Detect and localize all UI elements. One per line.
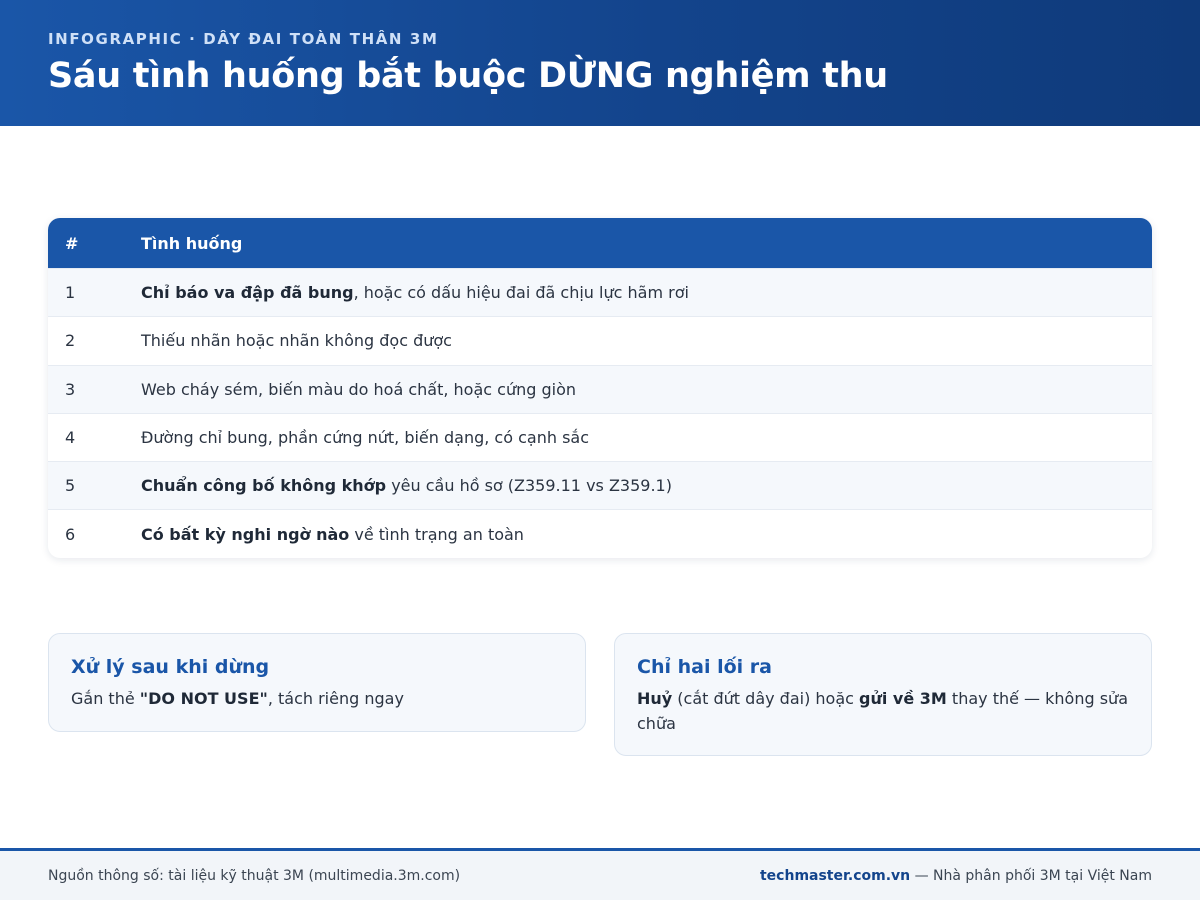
- row-text-bold: Chuẩn công bố không khớp: [141, 476, 387, 496]
- row-num: 5: [65, 476, 76, 496]
- header-situation: Tình huống: [141, 233, 243, 253]
- card-two-exits-body: Huỷ (cắt đứt dây đai) hoặc gửi về 3M tha…: [637, 686, 1129, 736]
- row-text-rest: , hoặc có dấu hiệu đai đã chịu lực hãm r…: [353, 283, 689, 303]
- row-text: Web cháy sém, biến màu do hoá chất, hoặc…: [141, 380, 1152, 399]
- table-row: 3 Web cháy sém, biến màu do hoá chất, ho…: [48, 364, 1152, 413]
- row-text: Chuẩn công bố không khớp yêu cầu hồ sơ (…: [141, 476, 1152, 495]
- row-text: Có bất kỳ nghi ngờ nào về tình trạng an …: [141, 525, 1152, 544]
- card-text-bold: Huỷ: [637, 689, 673, 708]
- footer-site-link[interactable]: techmaster.com.vn: [760, 868, 910, 884]
- card-after-stop-body: Gắn thẻ "DO NOT USE", tách riêng ngay: [71, 686, 563, 711]
- card-text-bold: gửi về 3M: [859, 689, 947, 708]
- row-text-rest: về tình trạng an toàn: [349, 524, 524, 544]
- card-text: Gắn thẻ: [71, 689, 140, 708]
- header-banner: INFOGRAPHIC · DÂY ĐAI TOÀN THÂN 3M Sáu t…: [0, 0, 1200, 126]
- table-row: 4 Đường chỉ bung, phần cứng nứt, biến dạ…: [48, 412, 1152, 461]
- row-text: Chỉ báo va đập đã bung, hoặc có dấu hiệu…: [141, 283, 1152, 302]
- card-text: (cắt đứt dây đai) hoặc: [672, 689, 860, 708]
- situations-table: # Tình huống 1 Chỉ báo va đập đã bung, h…: [48, 218, 1152, 558]
- row-text-bold: Có bất kỳ nghi ngờ nào: [141, 524, 350, 544]
- page-title: Sáu tình huống bắt buộc DỪNG nghiệm thu: [48, 56, 888, 96]
- card-two-exits-title: Chỉ hai lối ra: [637, 656, 772, 678]
- footer: Nguồn thông số: tài liệu kỹ thuật 3M (mu…: [0, 848, 1200, 900]
- row-num: 1: [65, 283, 76, 303]
- footer-tagline: — Nhà phân phối 3M tại Việt Nam: [910, 867, 1152, 884]
- row-text: Đường chỉ bung, phần cứng nứt, biến dạng…: [141, 428, 1152, 447]
- card-text-bold: "DO NOT USE": [139, 689, 268, 708]
- card-after-stop: Xử lý sau khi dừng Gắn thẻ "DO NOT USE",…: [48, 633, 586, 732]
- row-text-bold: Chỉ báo va đập đã bung: [141, 283, 354, 303]
- footer-credit: techmaster.com.vn — Nhà phân phối 3M tại…: [760, 868, 1152, 884]
- row-text-rest: yêu cầu hồ sơ (Z359.11 vs Z359.1): [386, 476, 672, 496]
- row-num: 3: [65, 379, 76, 399]
- card-two-exits: Chỉ hai lối ra Huỷ (cắt đứt dây đai) hoặ…: [614, 633, 1152, 756]
- table-row: 1 Chỉ báo va đập đã bung, hoặc có dấu hi…: [48, 268, 1152, 317]
- row-text-rest: Đường chỉ bung, phần cứng nứt, biến dạng…: [141, 428, 589, 448]
- row-text: Thiếu nhãn hoặc nhãn không đọc được: [141, 331, 1152, 350]
- row-num: 4: [65, 428, 76, 448]
- row-text-rest: Thiếu nhãn hoặc nhãn không đọc được: [141, 331, 452, 351]
- card-text: , tách riêng ngay: [267, 689, 404, 708]
- row-text-rest: Web cháy sém, biến màu do hoá chất, hoặc…: [141, 379, 576, 399]
- table-row: 5 Chuẩn công bố không khớp yêu cầu hồ sơ…: [48, 461, 1152, 510]
- header-kicker: INFOGRAPHIC · DÂY ĐAI TOÀN THÂN 3M: [48, 30, 439, 48]
- row-num: 6: [65, 524, 76, 544]
- header-num: #: [65, 233, 79, 253]
- table-row: 6 Có bất kỳ nghi ngờ nào về tình trạng a…: [48, 509, 1152, 557]
- footer-source: Nguồn thông số: tài liệu kỹ thuật 3M (mu…: [48, 867, 461, 884]
- row-num: 2: [65, 331, 76, 351]
- table-header: # Tình huống: [48, 218, 1152, 268]
- table-row: 2 Thiếu nhãn hoặc nhãn không đọc được: [48, 316, 1152, 364]
- card-after-stop-title: Xử lý sau khi dừng: [71, 656, 270, 678]
